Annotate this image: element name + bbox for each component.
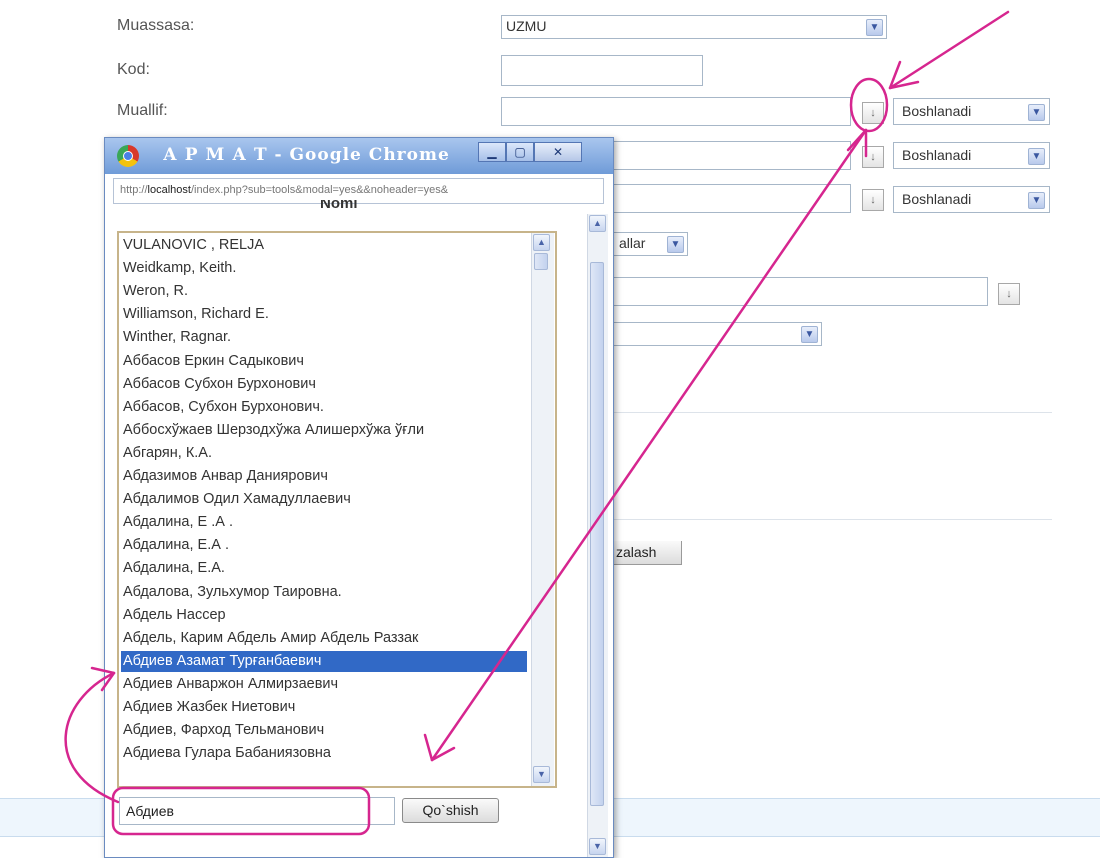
popup-titlebar[interactable]: А Р М А Т - Google Chrome ▁ ▢ ✕ [105,138,613,174]
field-2-match-select[interactable]: Boshlanadi ▼ [893,142,1050,169]
chevron-down-icon: ▼ [1028,148,1045,165]
field-6-select[interactable]: ▼ [612,322,822,346]
match-select-value: Boshlanadi [902,103,972,119]
kod-input[interactable] [501,55,703,86]
maximize-button[interactable]: ▢ [506,142,534,162]
annotation-arrow-top [888,10,1010,90]
list-item[interactable]: Абдиев, Фарход Тельманович [121,720,527,741]
muallif-input[interactable] [501,97,851,126]
chevron-down-icon: ▼ [866,19,883,36]
minimize-button[interactable]: ▁ [478,142,506,162]
chevron-down-icon: ▼ [667,236,684,253]
field-5-pick-button[interactable]: ↓ [998,283,1020,305]
muallif-label: Muallif: [117,102,168,119]
list-item[interactable]: Абдазимов Анвар Даниярович [121,466,527,487]
list-item[interactable]: Абдалова, Зульхумор Таировна. [121,582,527,603]
list-heading: Nomi [320,200,358,210]
list-item[interactable]: Абдалина, Е.А. [121,558,527,579]
field-2-input[interactable] [612,141,851,170]
partial-action-button[interactable]: zalash [612,541,682,565]
field-4-select-value: allar [619,235,646,251]
field-3-pick-button[interactable]: ↓ [862,189,884,211]
divider [612,412,1052,413]
field-3-input[interactable] [612,184,851,213]
list-item[interactable]: VULANOVIC , RELJA [121,235,527,256]
close-button[interactable]: ✕ [534,142,582,162]
add-button[interactable]: Qo`shish [402,798,499,823]
list-item[interactable]: Абдель, Карим Абдель Амир Абдель Раззак [121,628,527,649]
list-item[interactable]: Winther, Ragnar. [121,327,527,348]
field-5-input[interactable] [612,277,988,306]
author-search-input[interactable]: Абдиев [119,797,395,825]
list-item[interactable]: Weron, R. [121,281,527,302]
address-bar[interactable]: http://localhost/index.php?sub=tools&mod… [113,178,604,204]
match-select-value: Boshlanadi [902,147,972,163]
scroll-up-arrow-icon[interactable]: ▲ [589,215,606,232]
list-item[interactable]: Абдалина, Е .А . [121,512,527,533]
scroll-down-arrow-icon[interactable]: ▼ [589,838,606,855]
muassasa-label: Muassasa: [117,17,195,34]
field-3-match-select[interactable]: Boshlanadi ▼ [893,186,1050,213]
muassasa-select[interactable]: UZMU ▼ [501,15,887,39]
popup-title: А Р М А Т - Google Chrome [163,145,450,165]
url-host: localhost [147,184,191,196]
chrome-icon [117,145,139,167]
url-prefix: http:// [120,184,148,196]
partial-action-label: zalash [616,544,657,560]
scroll-thumb[interactable] [534,253,548,270]
list-item[interactable]: Абдиев Жазбек Ниетович [121,697,527,718]
muallif-match-select[interactable]: Boshlanadi ▼ [893,98,1050,125]
list-scrollbar[interactable]: ▲ ▼ [531,233,554,786]
list-item[interactable]: Аббасов Субхон Бурхонович [121,374,527,395]
list-item[interactable]: Абдалимов Одил Хамадуллаевич [121,489,527,510]
list-item[interactable]: Williamson, Richard E. [121,304,527,325]
author-listbox[interactable]: ▲ ▼ VULANOVIC , RELJA Weidkamp, Keith. Wer… [117,231,557,788]
chrome-popup-window[interactable]: А Р М А Т - Google Chrome ▁ ▢ ✕ http://l… [104,137,614,858]
field-2-pick-button[interactable]: ↓ [862,146,884,168]
scroll-thumb[interactable] [590,262,604,806]
list-item[interactable]: Абдалина, Е.А . [121,535,527,556]
list-item[interactable]: Абдель Нассер [121,605,527,626]
list-item[interactable]: Weidkamp, Keith. [121,258,527,279]
kod-label: Kod: [117,61,150,78]
chevron-down-icon: ▼ [1028,104,1045,121]
annotation-arrow-top-head [888,60,920,90]
chevron-down-icon: ▼ [801,326,818,343]
list-item[interactable]: Аббасов, Субхон Бурхонович. [121,397,527,418]
match-select-value: Boshlanadi [902,191,972,207]
scroll-down-arrow-icon[interactable]: ▼ [533,766,550,783]
list-item[interactable]: Аббасов Еркин Садыкович [121,351,527,372]
muassasa-value: UZMU [506,18,547,34]
list-item[interactable]: Абдиева Гулара Бабаниязовна [121,743,527,764]
field-4-select[interactable]: allar ▼ [612,232,688,256]
list-item[interactable]: Аббосхўжаев Шерзодхўжа Алишерхўжа ўғли [121,420,527,441]
list-item[interactable]: Абгарян, К.А. [121,443,527,464]
muallif-pick-button[interactable]: ↓ [862,102,884,124]
list-item[interactable]: Абдиев Анваржон Алмирзаевич [121,674,527,695]
scroll-up-arrow-icon[interactable]: ▲ [533,234,550,251]
list-item[interactable]: Абдиев Азамат Турғанбаевич [121,650,527,672]
url-rest: /index.php?sub=tools&modal=yes&&noheader… [190,184,449,196]
chevron-down-icon: ▼ [1028,192,1045,209]
divider [612,519,1052,520]
window-scrollbar[interactable]: ▲ ▼ [587,214,608,857]
